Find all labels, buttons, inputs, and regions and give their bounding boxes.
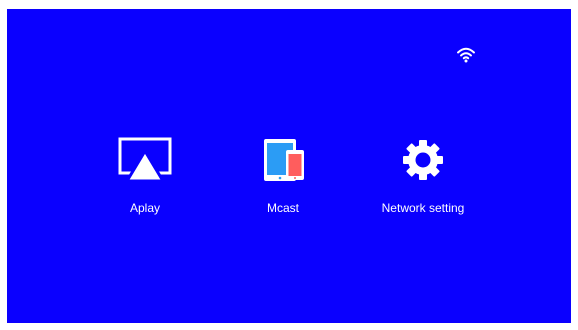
app-mcast[interactable]: Mcast (213, 137, 353, 215)
app-label: Mcast (266, 201, 299, 215)
app-aplay[interactable]: Aplay (75, 137, 215, 215)
app-network-setting[interactable]: Network setting (353, 137, 493, 215)
app-label: Aplay (129, 201, 161, 215)
devices-icon (264, 139, 304, 181)
wifi-icon (457, 47, 475, 63)
home-screen: Aplay Mcast Network setting (7, 9, 571, 323)
airplay-icon (118, 137, 172, 183)
gear-icon (403, 140, 443, 180)
app-label: Network setting (381, 201, 465, 215)
